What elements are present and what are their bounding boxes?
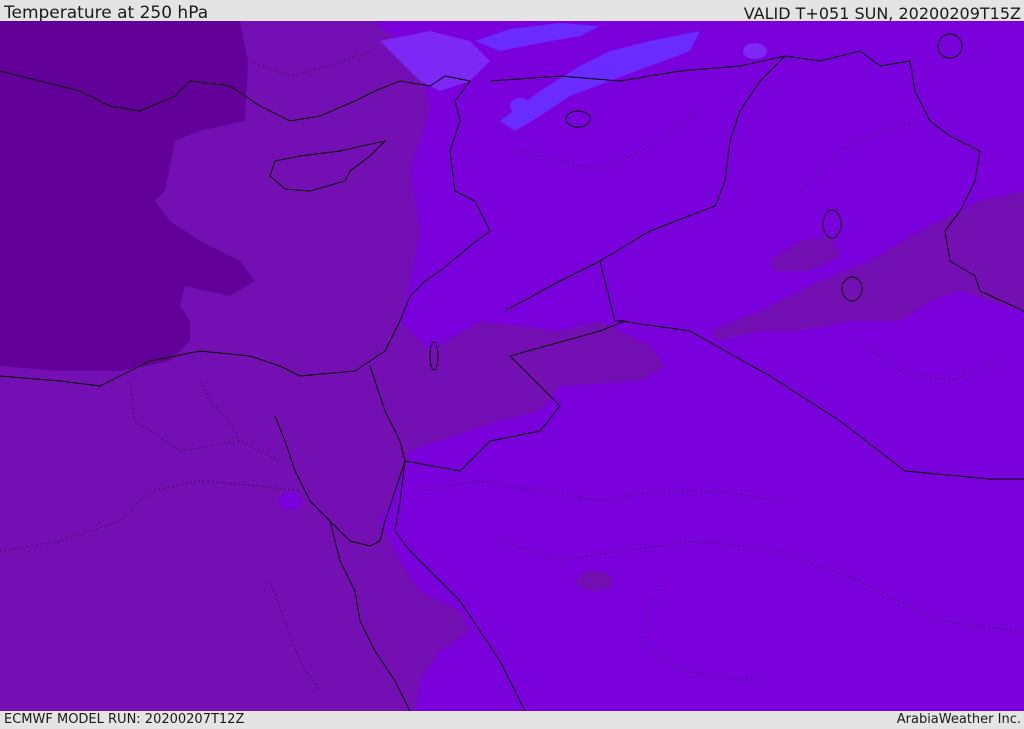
warm-blob-3 <box>278 492 302 510</box>
map-header: Temperature at 250 hPa VALID T+051 SUN, … <box>0 0 1024 23</box>
cold-blob <box>577 571 613 591</box>
map-title: Temperature at 250 hPa <box>4 3 209 23</box>
credit-label: ArabiaWeather Inc. <box>896 712 1021 727</box>
temperature-map <box>0 21 1024 711</box>
map-canvas <box>0 21 1024 711</box>
map-footer: ECMWF MODEL RUN: 20200207T12Z ArabiaWeat… <box>0 711 1024 729</box>
warm-blob-2 <box>510 98 530 114</box>
warm-blob <box>743 43 767 59</box>
model-run-label: ECMWF MODEL RUN: 20200207T12Z <box>4 712 245 727</box>
